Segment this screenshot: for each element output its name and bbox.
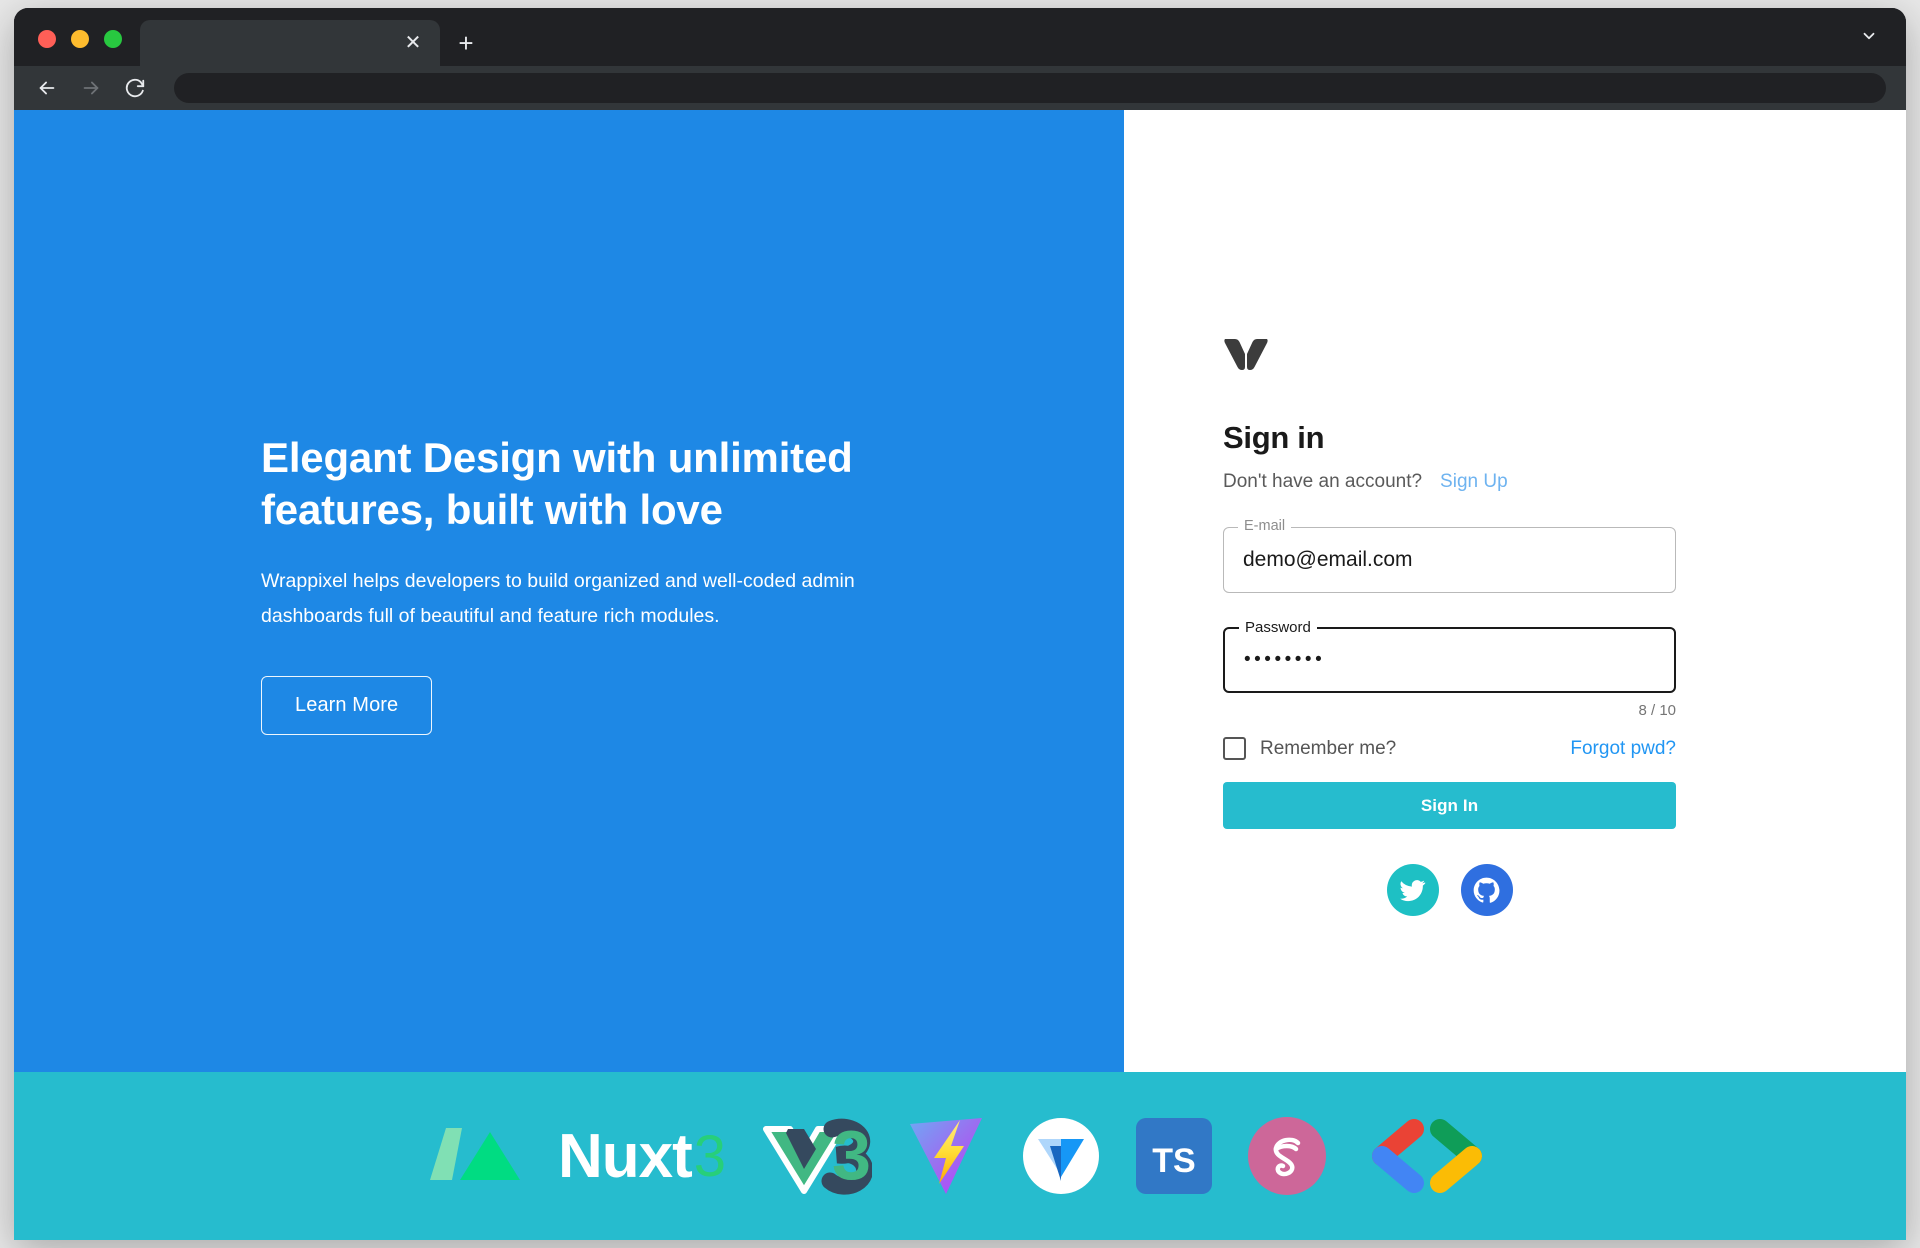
signin-panel: Sign in Don't have an account? Sign Up E…	[1124, 110, 1906, 1072]
password-field-value[interactable]: ••••••••	[1244, 649, 1325, 671]
twitter-icon[interactable]	[1386, 864, 1439, 916]
wrappixel-logo-icon	[1223, 337, 1676, 378]
password-field[interactable]: Password •••••••• 8 / 10	[1223, 620, 1676, 719]
forgot-password-link[interactable]: Forgot pwd?	[1570, 738, 1676, 760]
signup-prompt: Don't have an account? Sign Up	[1223, 471, 1676, 493]
close-icon[interactable]: ✕	[402, 32, 424, 54]
svg-text:TS: TS	[1152, 1142, 1195, 1180]
vue-logo: 3	[760, 1106, 873, 1206]
hero-description: Wrappixel helps developers to build orga…	[261, 570, 855, 627]
vuetify-logo	[1020, 1106, 1102, 1206]
email-field[interactable]: E-mail demo@email.com	[1223, 519, 1676, 593]
social-login-row	[1223, 864, 1676, 916]
hero-content: Elegant Design with unlimited features, …	[261, 432, 901, 735]
email-field-box[interactable]: E-mail demo@email.com	[1223, 519, 1676, 593]
tech-stack-bar: Nuxt 3 3 TS	[14, 1072, 1906, 1240]
password-field-label: Password	[1239, 620, 1317, 635]
page-title: Sign in	[1223, 420, 1325, 455]
password-field-box[interactable]: Password ••••••••	[1223, 620, 1676, 693]
hero-panel: Elegant Design with unlimited features, …	[14, 110, 1124, 1072]
address-bar[interactable]	[174, 73, 1886, 103]
window-traffic-lights	[14, 30, 140, 66]
browser-tab[interactable]: ✕	[140, 20, 440, 66]
new-tab-icon[interactable]: +	[446, 20, 486, 66]
github-icon[interactable]	[1460, 864, 1513, 916]
remember-me-checkbox[interactable]: Remember me?	[1223, 737, 1396, 760]
form-options-row: Remember me? Forgot pwd?	[1223, 737, 1676, 760]
signin-form: Sign in Don't have an account? Sign Up E…	[1223, 337, 1676, 916]
nuxt-logo: Nuxt 3	[428, 1106, 726, 1206]
page-viewport: Elegant Design with unlimited features, …	[14, 110, 1906, 1240]
nuxt-version: 3	[693, 1123, 727, 1189]
hero-title: Elegant Design with unlimited features, …	[261, 434, 853, 534]
sass-logo	[1246, 1106, 1328, 1206]
signup-link[interactable]: Sign Up	[1440, 471, 1508, 493]
vite-logo	[906, 1106, 986, 1206]
reload-icon[interactable]	[122, 75, 148, 101]
account-question: Don't have an account?	[1223, 471, 1423, 492]
browser-window: ✕ + Elegant Design with unlimited featur…	[14, 8, 1906, 1240]
back-arrow-icon[interactable]	[34, 75, 60, 101]
learn-more-button[interactable]: Learn More	[261, 675, 433, 735]
email-field-value[interactable]: demo@email.com	[1243, 548, 1413, 572]
nuxt-wordmark: Nuxt	[557, 1121, 693, 1191]
remember-me-label: Remember me?	[1260, 737, 1397, 759]
checkbox-icon[interactable]	[1223, 737, 1246, 760]
svg-text:3: 3	[832, 1116, 871, 1194]
email-field-label: E-mail	[1238, 519, 1292, 534]
minimize-window-button[interactable]	[71, 30, 89, 48]
browser-tab-strip: ✕ +	[14, 8, 1906, 66]
code-brackets-logo	[1362, 1106, 1492, 1206]
sign-in-button[interactable]: Sign In	[1223, 782, 1676, 829]
forward-arrow-icon[interactable]	[78, 75, 104, 101]
typescript-logo: TS	[1136, 1106, 1213, 1206]
password-char-counter: 8 / 10	[1638, 702, 1676, 719]
maximize-window-button[interactable]	[104, 30, 122, 48]
main-content: Elegant Design with unlimited features, …	[14, 110, 1906, 1072]
chevron-down-icon[interactable]	[1860, 27, 1906, 66]
browser-toolbar	[14, 66, 1906, 110]
close-window-button[interactable]	[38, 30, 56, 48]
